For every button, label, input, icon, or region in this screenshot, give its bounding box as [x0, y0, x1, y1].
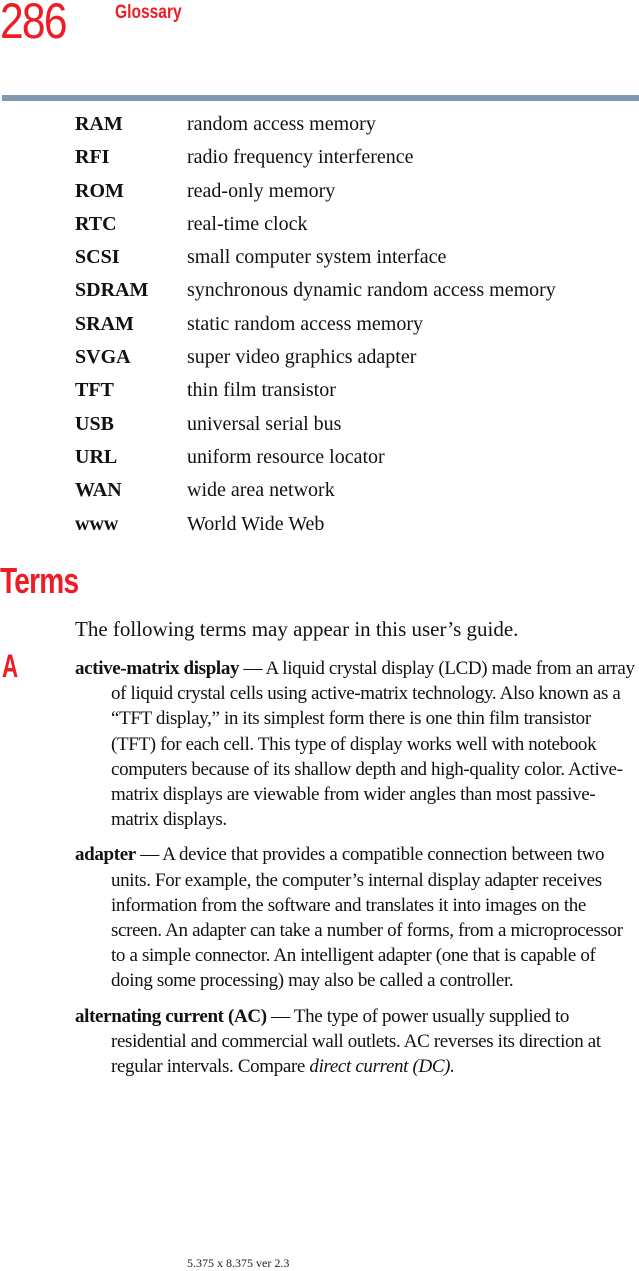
abbreviation-term: USB — [75, 412, 114, 435]
abbreviation-row: WAN wide area network — [75, 479, 556, 512]
abbreviation-row: SCSI small computer system interface — [75, 246, 556, 279]
abbreviation-row: SDRAM synchronous dynamic random access m… — [75, 279, 556, 312]
abbreviation-row: SRAM static random access memory — [75, 313, 556, 346]
abbreviation-row: RAM random access memory — [75, 113, 556, 146]
abbreviation-term: WAN — [75, 479, 122, 502]
abbreviation-definition: universal serial bus — [187, 412, 342, 435]
abbreviation-definition: synchronous dynamic random access memory — [187, 279, 556, 302]
running-head: Glossary — [115, 2, 182, 23]
term-definition: — A liquid crystal display (LCD) made fr… — [111, 658, 635, 831]
abbreviation-definition: real-time clock — [187, 212, 308, 235]
abbreviation-definition: small computer system interface — [187, 246, 447, 269]
abbreviation-row: RFI radio frequency interference — [75, 146, 556, 179]
abbreviation-row: SVGA super video graphics adapter — [75, 346, 556, 379]
abbreviation-list: RAM random access memory RFI radio frequen… — [75, 113, 556, 546]
term-list: active-matrix display — A liquid crystal… — [75, 656, 637, 1089]
term-entry: adapter — A device that provides a compa… — [75, 842, 637, 993]
section-intro: The following terms may appear in this u… — [75, 617, 519, 641]
term-entry: active-matrix display — A liquid crystal… — [75, 656, 637, 832]
abbreviation-term: RAM — [75, 113, 123, 135]
abbreviation-term: SVGA — [75, 346, 131, 369]
letter-heading: A — [2, 648, 19, 684]
footer-text: 5.375 x 8.375 ver 2.3 — [187, 1256, 290, 1270]
term-definition: — A device that provides a compatible co… — [111, 844, 623, 992]
abbreviation-term: ROM — [75, 179, 124, 202]
abbreviation-definition: thin film transistor — [187, 379, 336, 402]
abbreviation-definition: read-only memory — [187, 179, 336, 202]
abbreviation-row: URL uniform resource locator — [75, 446, 556, 479]
abbreviation-term: URL — [75, 445, 118, 468]
abbreviation-definition: random access memory — [187, 113, 376, 135]
term-name: alternating current (AC) — [75, 1005, 267, 1027]
abbreviation-term: RTC — [75, 212, 117, 235]
abbreviation-definition: super video graphics adapter — [187, 346, 417, 369]
abbreviation-row: TFT thin film transistor — [75, 379, 556, 412]
section-title: Terms — [0, 560, 79, 601]
abbreviation-definition: World Wide Web — [187, 512, 325, 535]
abbreviation-row: ROM read-only memory — [75, 180, 556, 213]
term-name: active-matrix display — [75, 658, 240, 679]
header-rule — [2, 95, 639, 101]
abbreviation-definition: static random access memory — [187, 312, 424, 335]
abbreviation-term: www — [75, 512, 119, 535]
abbreviation-row: RTC real-time clock — [75, 213, 556, 246]
abbreviation-term: SDRAM — [75, 279, 149, 302]
page-number: 286 — [0, 0, 68, 49]
abbreviation-term: TFT — [75, 379, 114, 402]
abbreviation-definition: uniform resource locator — [187, 445, 385, 468]
term-name: adapter — [75, 844, 136, 866]
abbreviation-row: USB universal serial bus — [75, 413, 556, 446]
abbreviation-term: SCSI — [75, 246, 120, 269]
abbreviation-term: SRAM — [75, 312, 134, 335]
term-entry: alternating current (AC) — The type of p… — [75, 1004, 637, 1080]
abbreviation-definition: radio frequency interference — [187, 146, 414, 169]
abbreviation-definition: wide area network — [187, 479, 335, 502]
abbreviation-term: RFI — [75, 146, 110, 169]
term-cross-reference: direct current (DC). — [309, 1056, 455, 1078]
abbreviation-row: www World Wide Web — [75, 513, 556, 546]
